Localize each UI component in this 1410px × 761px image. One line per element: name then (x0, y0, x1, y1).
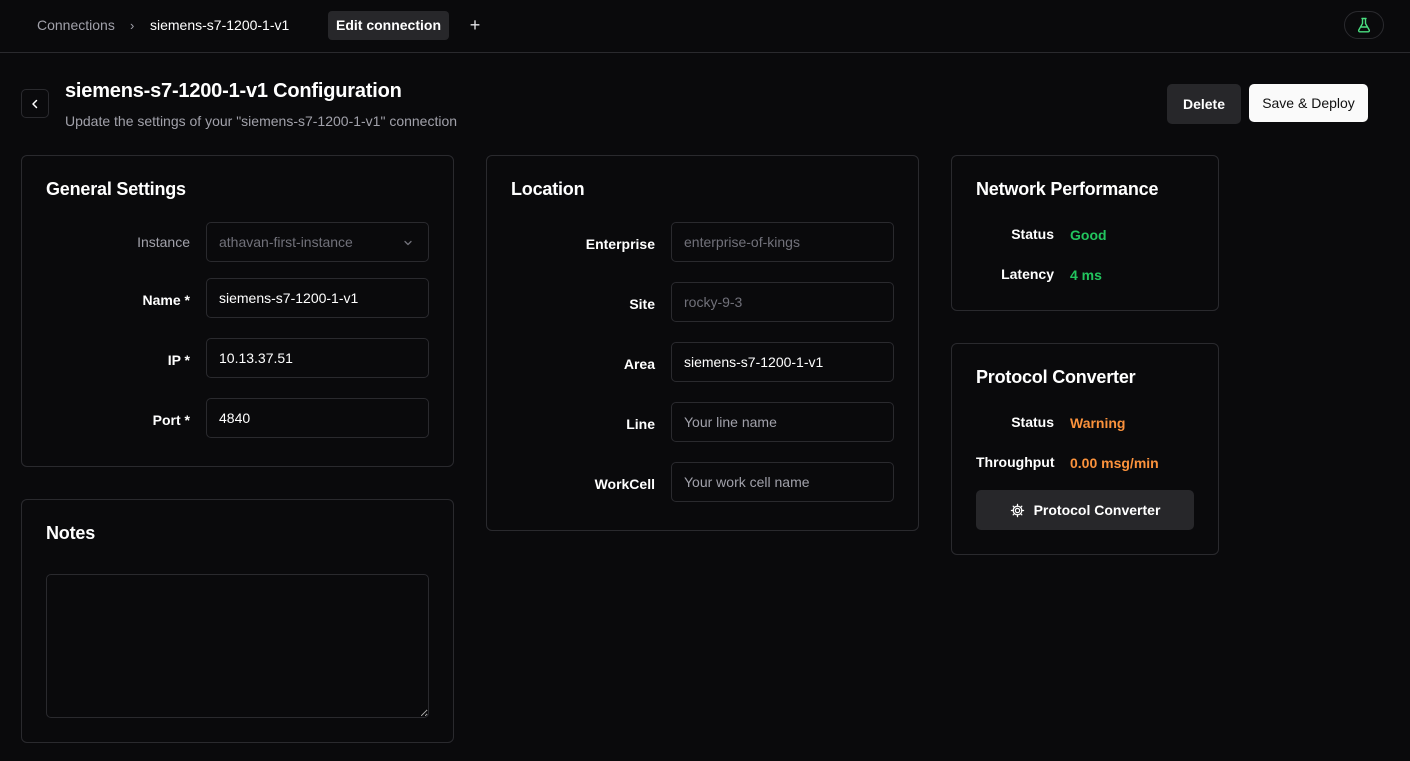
notes-textarea[interactable] (46, 574, 429, 718)
chevron-down-icon (404, 240, 412, 246)
protocol-converter-button-label: Protocol Converter (1033, 502, 1161, 518)
location-title: Location (511, 179, 585, 199)
throughput-label: Throughput (976, 454, 1055, 470)
workcell-label: WorkCell (594, 476, 655, 492)
breadcrumb-current[interactable]: siemens-s7-1200-1-v1 (150, 17, 289, 34)
port-input[interactable] (206, 398, 429, 438)
chevron-left-icon (32, 99, 38, 108)
name-label: Name * (142, 292, 190, 308)
latency-label: Latency (1001, 266, 1054, 282)
converter-status-value: Warning (1070, 415, 1126, 431)
port-label: Port * (152, 412, 190, 428)
save-deploy-button[interactable]: Save & Deploy (1249, 84, 1368, 122)
breadcrumb-separator: › (130, 18, 135, 33)
general-settings-title: General Settings (46, 179, 186, 199)
enterprise-label: Enterprise (585, 236, 655, 252)
breadcrumb-connections[interactable]: Connections (37, 17, 115, 34)
ip-input[interactable] (206, 338, 429, 378)
top-bar: Connections › siemens-s7-1200-1-v1 Edit … (0, 0, 1410, 53)
instance-select[interactable]: athavan-first-instance (206, 222, 429, 262)
area-input[interactable] (671, 342, 894, 382)
line-label: Line (626, 416, 655, 432)
tab-edit-connection[interactable]: Edit connection (328, 11, 449, 40)
back-button[interactable] (21, 89, 49, 118)
instance-value: athavan-first-instance (219, 234, 353, 250)
page-title: siemens-s7-1200-1-v1 Configuration (65, 80, 402, 102)
name-input[interactable] (206, 278, 429, 318)
delete-button[interactable]: Delete (1167, 84, 1241, 124)
ip-label: IP * (167, 352, 190, 368)
network-status-label: Status (1011, 226, 1054, 242)
notes-title: Notes (46, 523, 96, 543)
flask-icon (1357, 17, 1371, 33)
add-tab-button[interactable]: + (466, 13, 484, 37)
protocol-converter-title: Protocol Converter (976, 367, 1136, 387)
network-status-value: Good (1070, 227, 1107, 243)
throughput-value: 0.00 msg/min (1070, 455, 1159, 471)
site-label: Site (629, 296, 655, 312)
network-performance-title: Network Performance (976, 179, 1159, 199)
converter-status-label: Status (1011, 414, 1054, 430)
workcell-input[interactable] (671, 462, 894, 502)
enterprise-field[interactable]: enterprise-of-kings (671, 222, 894, 262)
experimental-button[interactable] (1344, 11, 1384, 39)
latency-value: 4 ms (1070, 267, 1102, 283)
gear-icon (1010, 503, 1024, 517)
protocol-converter-button[interactable]: Protocol Converter (976, 490, 1194, 530)
instance-label: Instance (137, 234, 190, 250)
line-input[interactable] (671, 402, 894, 442)
page-subtitle: Update the settings of your "siemens-s7-… (65, 113, 458, 129)
area-label: Area (623, 356, 655, 372)
site-field[interactable]: rocky-9-3 (671, 282, 894, 322)
